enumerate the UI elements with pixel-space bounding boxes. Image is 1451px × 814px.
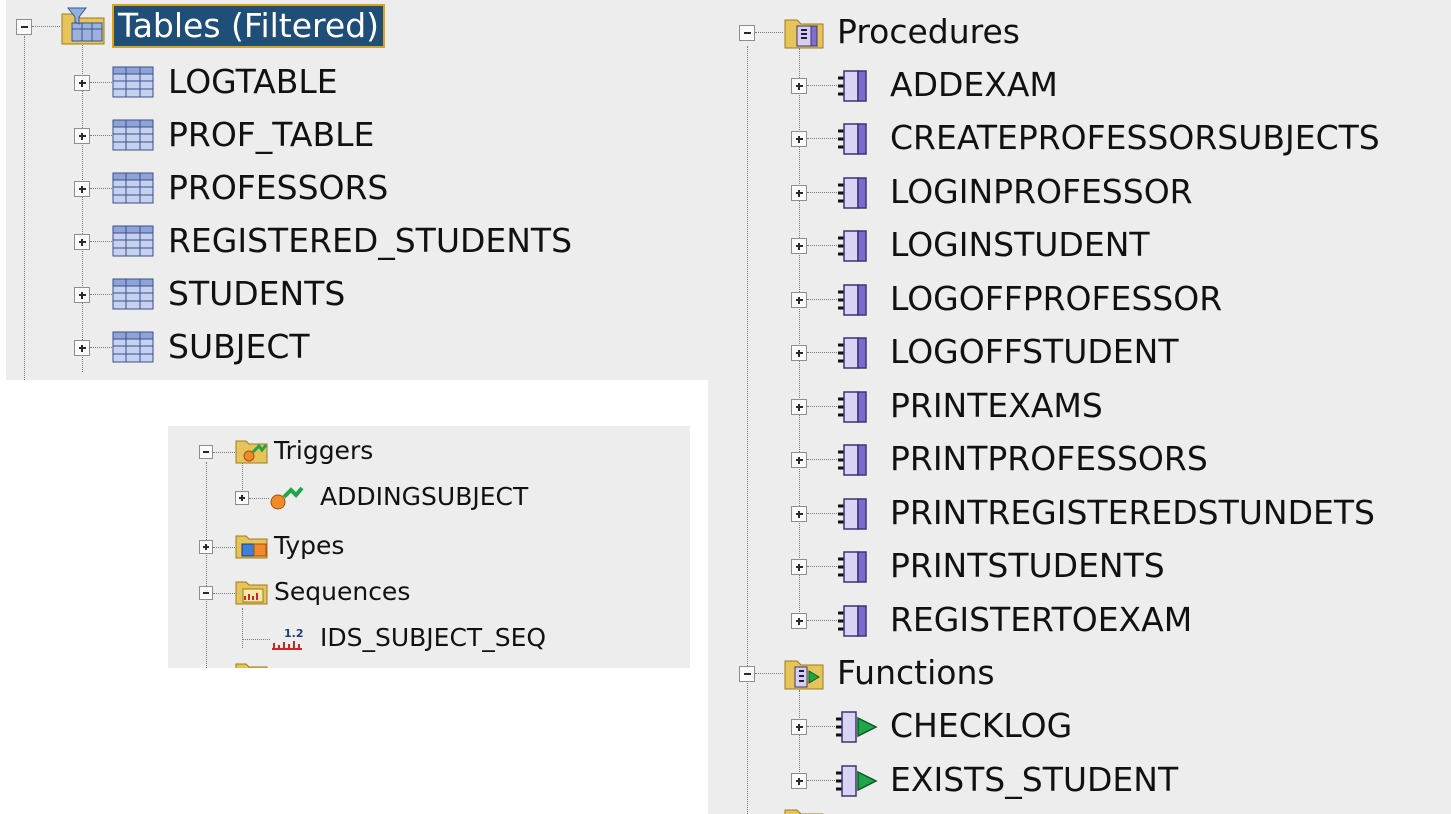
expand-toggle-icon[interactable]: [791, 185, 807, 201]
procedure-name: PRINTPROFESSORS: [890, 439, 1208, 478]
table-icon: [112, 278, 154, 310]
trigger-icon: [270, 486, 304, 510]
function-icon: [836, 765, 878, 797]
types-header-label: Types: [274, 531, 345, 560]
procedure-icon: [838, 284, 867, 316]
expand-toggle-icon[interactable]: [74, 128, 90, 144]
triggers-folder-icon: [235, 440, 268, 464]
functions-folder-icon: [784, 660, 824, 690]
table-name: PROFESSORS: [168, 168, 389, 207]
function-name: EXISTS_STUDENT: [890, 760, 1179, 799]
table-icon: [112, 66, 154, 98]
procedure-icon: [838, 123, 867, 155]
procedures-header-label: Procedures: [837, 12, 1020, 51]
sequences-header-label: Sequences: [274, 577, 411, 606]
expand-toggle-icon[interactable]: [791, 345, 807, 361]
expand-toggle-icon[interactable]: [791, 559, 807, 575]
collapse-toggle-icon[interactable]: [739, 666, 755, 682]
collapse-toggle-icon[interactable]: [199, 445, 213, 459]
sequence-icon: 1.2: [272, 627, 304, 650]
expand-toggle-icon[interactable]: [74, 340, 90, 356]
expand-toggle-icon[interactable]: [791, 292, 807, 308]
procedure-name: ADDEXAM: [890, 65, 1058, 104]
misc-tree-panel: Triggers ADDINGSUBJECT Types Sequences 1…: [168, 426, 690, 668]
folder-icon: [235, 663, 268, 668]
procedure-icon: [838, 498, 867, 530]
sequence-name: IDS_SUBJECT_SEQ: [320, 623, 547, 652]
procedure-icon: [838, 605, 867, 637]
tables-header-label: Tables (Filtered): [111, 4, 386, 48]
table-icon: [112, 119, 154, 151]
expand-toggle-icon[interactable]: [791, 506, 807, 522]
procedure-icon: [838, 230, 867, 262]
sequences-folder-icon: [235, 581, 268, 605]
expand-toggle-icon[interactable]: [791, 78, 807, 94]
functions-header-label: Functions: [837, 653, 995, 692]
procedure-name: LOGINSTUDENT: [890, 225, 1150, 264]
procedure-name: LOGOFFPROFESSOR: [890, 279, 1223, 318]
procedure-icon: [838, 177, 867, 209]
procedure-icon: [838, 391, 867, 423]
procedure-name: PRINTREGISTEREDSTUNDETS: [890, 493, 1375, 532]
trigger-name: ADDINGSUBJECT: [320, 482, 529, 511]
triggers-header-label: Triggers: [274, 436, 374, 465]
collapse-toggle-icon[interactable]: [739, 25, 755, 41]
procedure-name: CREATEPROFESSORSUBJECTS: [890, 118, 1380, 157]
table-icon: [112, 225, 154, 257]
tables-tree-panel: Tables (Filtered) LOGTABLE PROF_TABLE PR…: [6, 0, 708, 380]
procedure-name: PRINTEXAMS: [890, 386, 1103, 425]
expand-toggle-icon[interactable]: [235, 491, 249, 505]
expand-toggle-icon[interactable]: [791, 399, 807, 415]
procedure-name: LOGOFFSTUDENT: [890, 332, 1179, 371]
expand-toggle-icon[interactable]: [791, 719, 807, 735]
procedure-name: REGISTERTOEXAM: [890, 600, 1193, 639]
expand-toggle-icon[interactable]: [791, 613, 807, 629]
collapse-toggle-icon[interactable]: [16, 19, 32, 35]
procedures-tree-panel: Procedures ADDEXAM CREATEPROFESSORSUBJEC…: [708, 0, 1451, 814]
table-name: PROF_TABLE: [168, 115, 375, 154]
collapse-toggle-icon[interactable]: [199, 586, 213, 600]
function-icon: [836, 711, 878, 743]
procedure-name: LOGINPROFESSOR: [890, 172, 1193, 211]
expand-toggle-icon[interactable]: [74, 181, 90, 197]
expand-toggle-icon[interactable]: [74, 287, 90, 303]
table-name: STUDENTS: [168, 274, 346, 313]
procedure-name: PRINTSTUDENTS: [890, 546, 1165, 585]
table-name: REGISTERED_STUDENTS: [168, 221, 573, 260]
expand-toggle-icon[interactable]: [791, 773, 807, 789]
filtered-folder-icon: [61, 7, 105, 45]
table-name: LOGTABLE: [168, 62, 338, 101]
table-icon: [112, 331, 154, 363]
table-name: SUBJECT: [168, 327, 310, 366]
expand-toggle-icon[interactable]: [791, 452, 807, 468]
types-folder-icon: [235, 535, 268, 559]
procedure-icon: [838, 444, 867, 476]
function-name: CHECKLOG: [890, 706, 1073, 745]
folder-icon: [784, 809, 824, 814]
procedures-folder-icon: [784, 19, 824, 49]
table-icon: [112, 172, 154, 204]
procedure-icon: [838, 337, 867, 369]
expand-toggle-icon[interactable]: [74, 75, 90, 91]
expand-toggle-icon[interactable]: [791, 238, 807, 254]
procedure-icon: [838, 70, 867, 102]
expand-toggle-icon[interactable]: [199, 540, 213, 554]
expand-toggle-icon[interactable]: [74, 234, 90, 250]
expand-toggle-icon[interactable]: [791, 131, 807, 147]
procedure-icon: [838, 551, 867, 583]
svg-text:1.2: 1.2: [284, 627, 304, 640]
